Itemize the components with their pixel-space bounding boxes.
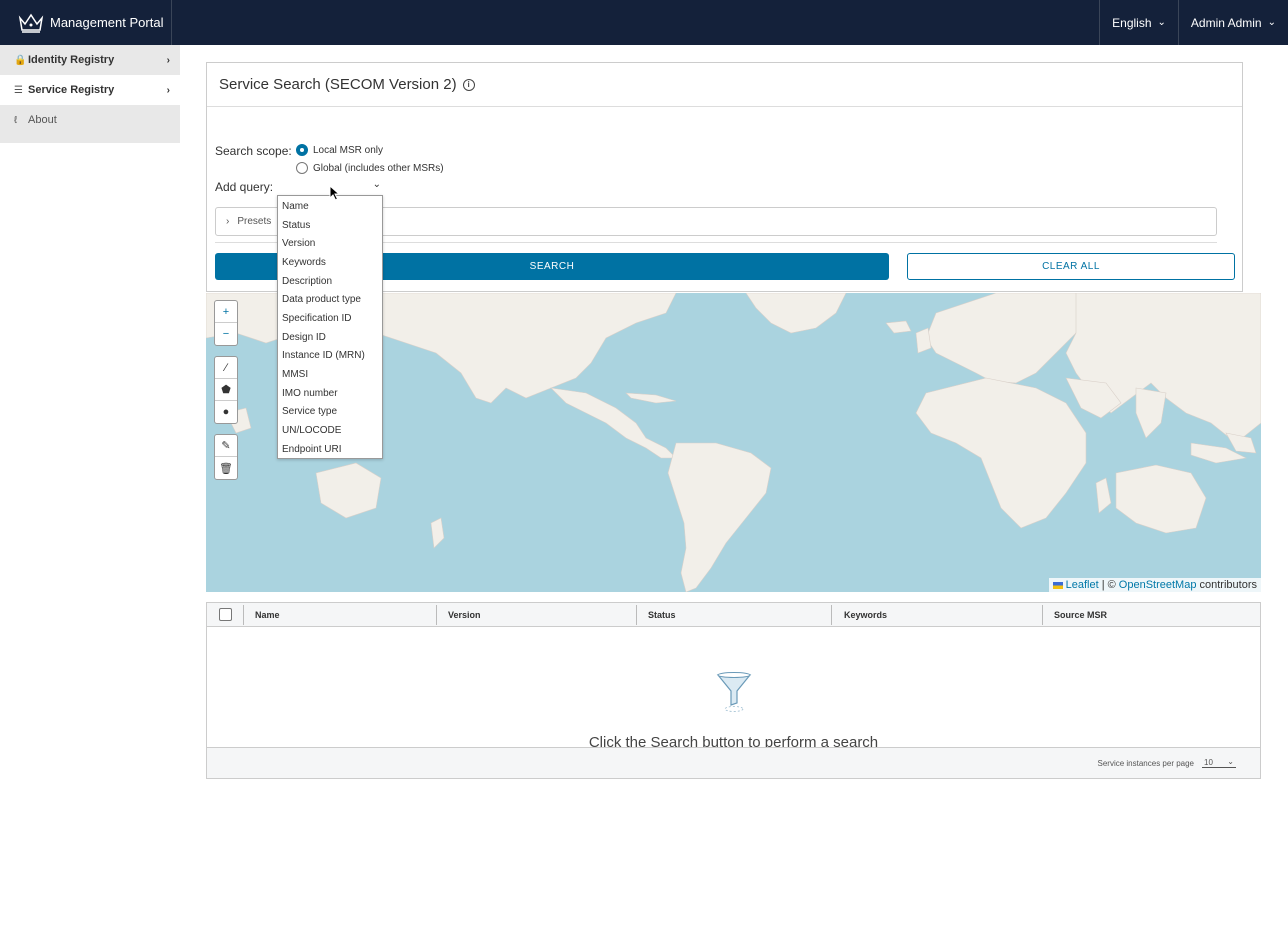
zoom-in-button[interactable]: + [215, 301, 237, 323]
draw-marker-icon[interactable]: ● [215, 401, 237, 423]
attribution-tail: contributors [1199, 579, 1257, 591]
funnel-icon [716, 672, 752, 712]
radio-button[interactable] [296, 162, 308, 174]
sidebar-item-service-registry[interactable]: ☰ Service Registry › [0, 75, 180, 105]
option-description[interactable]: Description [278, 272, 382, 291]
chevron-down-icon: ⌄ [1227, 757, 1234, 766]
column-header-version[interactable]: Version [448, 603, 481, 627]
option-imo-number[interactable]: IMO number [278, 384, 382, 403]
option-specification-id[interactable]: Specification ID [278, 309, 382, 328]
brand[interactable]: Management Portal [0, 0, 172, 45]
table-header: Name Version Status Keywords Source MSR [207, 603, 1260, 627]
ukraine-flag-icon [1052, 581, 1063, 589]
card-header: Service Search (SECOM Version 2) i [207, 63, 1242, 107]
table-body: Click the Search button to perform a sea… [207, 627, 1260, 751]
sidebar-item-identity-registry[interactable]: 🔒 Identity Registry › [0, 45, 180, 75]
sidebar-item-about[interactable]: ℓ About [0, 105, 180, 135]
column-header-keywords[interactable]: Keywords [844, 603, 887, 627]
map-attribution: Leaflet | © OpenStreetMap contributors [1048, 578, 1261, 592]
option-design-id[interactable]: Design ID [278, 328, 382, 347]
column-separator[interactable] [436, 605, 437, 625]
user-name: Admin Admin [1190, 15, 1262, 30]
edit-toolbar: ✎ 🗑 [214, 434, 238, 480]
per-page-value: 10 [1204, 758, 1213, 767]
clear-all-button[interactable]: CLEAR ALL [907, 253, 1235, 280]
leaflet-link[interactable]: Leaflet [1066, 579, 1099, 591]
delete-layers-icon[interactable]: 🗑 [215, 457, 237, 479]
chevron-down-icon: ⌄ [1267, 17, 1276, 28]
per-page-select[interactable]: 10 ⌄ [1202, 757, 1236, 768]
column-separator[interactable] [1042, 605, 1043, 625]
column-header-name[interactable]: Name [255, 603, 280, 627]
column-separator [243, 605, 244, 625]
top-header: Management Portal English ⌄ Admin Admin … [0, 0, 1288, 45]
radio-global[interactable]: Global (includes other MSRs) [296, 162, 444, 174]
radio-label: Local MSR only [313, 144, 384, 156]
option-instance-id[interactable]: Instance ID (MRN) [278, 347, 382, 366]
results-table: Name Version Status Keywords Source MSR … [206, 602, 1261, 779]
column-separator[interactable] [636, 605, 637, 625]
draw-toolbar: ∕ ⬟ ● [214, 356, 238, 424]
presets-label: Presets [237, 216, 272, 227]
column-header-status[interactable]: Status [648, 603, 676, 627]
option-keywords[interactable]: Keywords [278, 253, 382, 272]
user-dropdown[interactable]: Admin Admin ⌄ [1177, 0, 1288, 45]
draw-polygon-icon[interactable]: ⬟ [215, 379, 237, 401]
chevron-right-icon: › [166, 84, 170, 96]
radio-button-checked[interactable] [296, 144, 308, 156]
page-title: Service Search (SECOM Version 2) [219, 76, 457, 93]
info-icon[interactable]: i [462, 78, 475, 91]
column-header-source-msr[interactable]: Source MSR [1054, 603, 1107, 627]
radio-local-msr[interactable]: Local MSR only [296, 144, 383, 156]
option-version[interactable]: Version [278, 234, 382, 253]
search-scope-label: Search scope: [215, 144, 292, 158]
crown-logo-icon [18, 13, 44, 33]
select-all-checkbox[interactable] [219, 608, 232, 621]
chevron-right-icon: › [166, 54, 170, 66]
layers-icon: ☰ [14, 84, 23, 96]
thermometer-icon: ℓ [14, 114, 18, 126]
option-mmsi[interactable]: MMSI [278, 365, 382, 384]
chevron-right-icon: › [226, 216, 230, 227]
option-status[interactable]: Status [278, 216, 382, 235]
zoom-out-button[interactable]: − [215, 323, 237, 345]
attribution-separator: | © [1101, 579, 1116, 591]
sidebar-item-label: Identity Registry [28, 54, 115, 66]
per-page-label: Service instances per page [1097, 758, 1195, 768]
sidebar-item-label: About [28, 114, 57, 126]
sidebar-item-label: Service Registry [28, 84, 115, 96]
chevron-down-icon: ⌄ [1157, 17, 1166, 28]
radio-label: Global (includes other MSRs) [313, 162, 444, 174]
mouse-cursor-icon [329, 185, 341, 201]
app-title: Management Portal [50, 15, 164, 30]
lock-icon: 🔒 [14, 54, 27, 66]
openstreetmap-link[interactable]: OpenStreetMap [1119, 579, 1197, 591]
option-data-product-type[interactable]: Data product type [278, 290, 382, 309]
draw-polyline-icon[interactable]: ∕ [215, 357, 237, 379]
language-label: English [1112, 15, 1152, 30]
chevron-down-icon: ⌄ [372, 179, 381, 190]
option-service-type[interactable]: Service type [278, 403, 382, 422]
option-un-locode[interactable]: UN/LOCODE [278, 421, 382, 440]
option-endpoint-uri[interactable]: Endpoint URI [278, 440, 382, 459]
language-dropdown[interactable]: English ⌄ [1099, 0, 1178, 45]
zoom-control: + − [214, 300, 238, 346]
column-separator[interactable] [831, 605, 832, 625]
add-query-label: Add query: [215, 180, 274, 194]
sidebar: 🔒 Identity Registry › ☰ Service Registry… [0, 45, 180, 143]
table-footer: Service instances per page 10 ⌄ [207, 747, 1260, 778]
add-query-options-list: Name Status Version Keywords Description… [277, 195, 383, 459]
edit-layers-icon[interactable]: ✎ [215, 435, 237, 457]
